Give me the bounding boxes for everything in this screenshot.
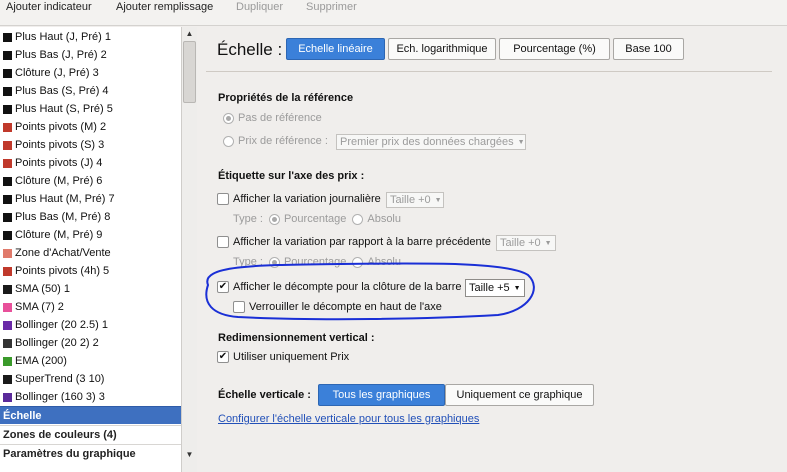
sidebar-list-item[interactable]: SMA (50) 1 xyxy=(0,280,181,298)
color-swatch-icon xyxy=(3,104,12,114)
color-swatch-icon xyxy=(3,212,12,222)
sidebar-list-item[interactable]: Plus Bas (M, Pré) 8 xyxy=(0,208,181,226)
color-swatch-icon xyxy=(3,140,12,150)
scroll-down-icon[interactable]: ▼ xyxy=(184,449,195,460)
scale-panel: Échelle : Echelle linéaire Ech. logarith… xyxy=(198,27,787,472)
sidebar: Plus Haut (J, Pré) 1 Plus Bas (J, Pré) 2 C… xyxy=(0,27,197,472)
sidebar-item-label: Bollinger (20 2.5) 1 xyxy=(15,319,108,331)
color-swatch-icon xyxy=(3,230,12,240)
sidebar-item-label: Clôture (J, Pré) 3 xyxy=(15,67,99,79)
sidebar-list-item[interactable]: Clôture (M, Pré) 9 xyxy=(0,226,181,244)
hand-drawn-annotation xyxy=(205,262,535,321)
color-swatch-icon xyxy=(3,194,12,204)
color-swatch-icon xyxy=(3,158,12,168)
color-swatch-icon xyxy=(3,338,12,348)
sidebar-list-item[interactable]: Plus Bas (J, Pré) 2 xyxy=(0,46,181,64)
sidebar-list-item[interactable]: Plus Haut (J, Pré) 1 xyxy=(0,28,181,46)
sidebar-list-item[interactable]: Zone d'Achat/Vente xyxy=(0,244,181,262)
add-indicator-button[interactable]: Ajouter indicateur xyxy=(6,0,92,15)
sidebar-item-label: Points pivots (4h) 5 xyxy=(15,265,110,277)
color-swatch-icon xyxy=(3,248,12,258)
sidebar-list-item[interactable]: SMA (7) 2 xyxy=(0,298,181,316)
scroll-up-icon[interactable]: ▲ xyxy=(184,28,195,39)
color-swatch-icon xyxy=(3,356,12,366)
toolbar: Ajouter indicateur Ajouter remplissage D… xyxy=(0,0,787,26)
sidebar-item-label: SMA (50) 1 xyxy=(15,283,71,295)
sidebar-item-label: Plus Bas (S, Pré) 4 xyxy=(15,85,109,97)
sidebar-item-label: SMA (7) 2 xyxy=(15,301,64,313)
sidebar-item-label: EMA (200) xyxy=(15,355,67,367)
sidebar-list-item[interactable]: Bollinger (160 3) 3 xyxy=(0,388,181,406)
sidebar-list-item[interactable]: Points pivots (M) 2 xyxy=(0,118,181,136)
sidebar-item-label: Plus Haut (S, Pré) 5 xyxy=(15,103,113,115)
sidebar-list-item[interactable]: Plus Haut (M, Pré) 7 xyxy=(0,190,181,208)
sidebar-item-label: Plus Haut (M, Pré) 7 xyxy=(15,193,115,205)
sidebar-item-label: Points pivots (S) 3 xyxy=(15,139,105,151)
color-swatch-icon xyxy=(3,50,12,60)
color-swatch-icon xyxy=(3,122,12,132)
sidebar-list-item[interactable]: Points pivots (4h) 5 xyxy=(0,262,181,280)
duplicate-button[interactable]: Dupliquer xyxy=(236,0,283,15)
sidebar-item-label: Bollinger (160 3) 3 xyxy=(15,391,105,403)
scroll-thumb[interactable] xyxy=(183,41,196,103)
color-swatch-icon xyxy=(3,302,12,312)
sidebar-section-color-zones[interactable]: Zones de couleurs (4) xyxy=(0,425,181,443)
sidebar-list-item[interactable]: Plus Bas (S, Pré) 4 xyxy=(0,82,181,100)
sidebar-item-label: Clôture (M, Pré) 9 xyxy=(15,229,103,241)
color-swatch-icon xyxy=(3,86,12,96)
sidebar-item-label: SuperTrend (3 10) xyxy=(15,373,105,385)
add-fill-button[interactable]: Ajouter remplissage xyxy=(116,0,213,15)
sidebar-item-label: Clôture (M, Pré) 6 xyxy=(15,175,103,187)
sidebar-list-item[interactable]: Points pivots (J) 4 xyxy=(0,154,181,172)
color-swatch-icon xyxy=(3,374,12,384)
sidebar-list-item[interactable]: EMA (200) xyxy=(0,352,181,370)
sidebar-section-chart-params[interactable]: Paramètres du graphique xyxy=(0,444,181,462)
sidebar-list-item[interactable]: Plus Haut (S, Pré) 5 xyxy=(0,100,181,118)
sidebar-item-label: Plus Bas (M, Pré) 8 xyxy=(15,211,111,223)
sidebar-section-echelle[interactable]: Échelle xyxy=(0,406,181,424)
sidebar-list-item[interactable]: Clôture (J, Pré) 3 xyxy=(0,64,181,82)
color-swatch-icon xyxy=(3,176,12,186)
sidebar-list-item[interactable]: Clôture (M, Pré) 6 xyxy=(0,172,181,190)
sidebar-list-item[interactable]: Bollinger (20 2) 2 xyxy=(0,334,181,352)
sidebar-item-label: Points pivots (M) 2 xyxy=(15,121,107,133)
sidebar-list-item[interactable]: Points pivots (S) 3 xyxy=(0,136,181,154)
delete-button[interactable]: Supprimer xyxy=(306,0,357,15)
sidebar-item-label: Zone d'Achat/Vente xyxy=(15,247,111,259)
color-swatch-icon xyxy=(3,266,12,276)
sidebar-item-label: Bollinger (20 2) 2 xyxy=(15,337,99,349)
sidebar-item-label: Plus Haut (J, Pré) 1 xyxy=(15,31,111,43)
color-swatch-icon xyxy=(3,284,12,294)
sidebar-list-item[interactable]: Bollinger (20 2.5) 1 xyxy=(0,316,181,334)
color-swatch-icon xyxy=(3,32,12,42)
sidebar-list-item[interactable]: SuperTrend (3 10) xyxy=(0,370,181,388)
sidebar-item-label: Points pivots (J) 4 xyxy=(15,157,103,169)
color-swatch-icon xyxy=(3,320,12,330)
sidebar-item-label: Plus Bas (J, Pré) 2 xyxy=(15,49,107,61)
sidebar-scrollbar[interactable]: ▲ ▼ xyxy=(181,27,197,472)
color-swatch-icon xyxy=(3,392,12,402)
color-swatch-icon xyxy=(3,68,12,78)
